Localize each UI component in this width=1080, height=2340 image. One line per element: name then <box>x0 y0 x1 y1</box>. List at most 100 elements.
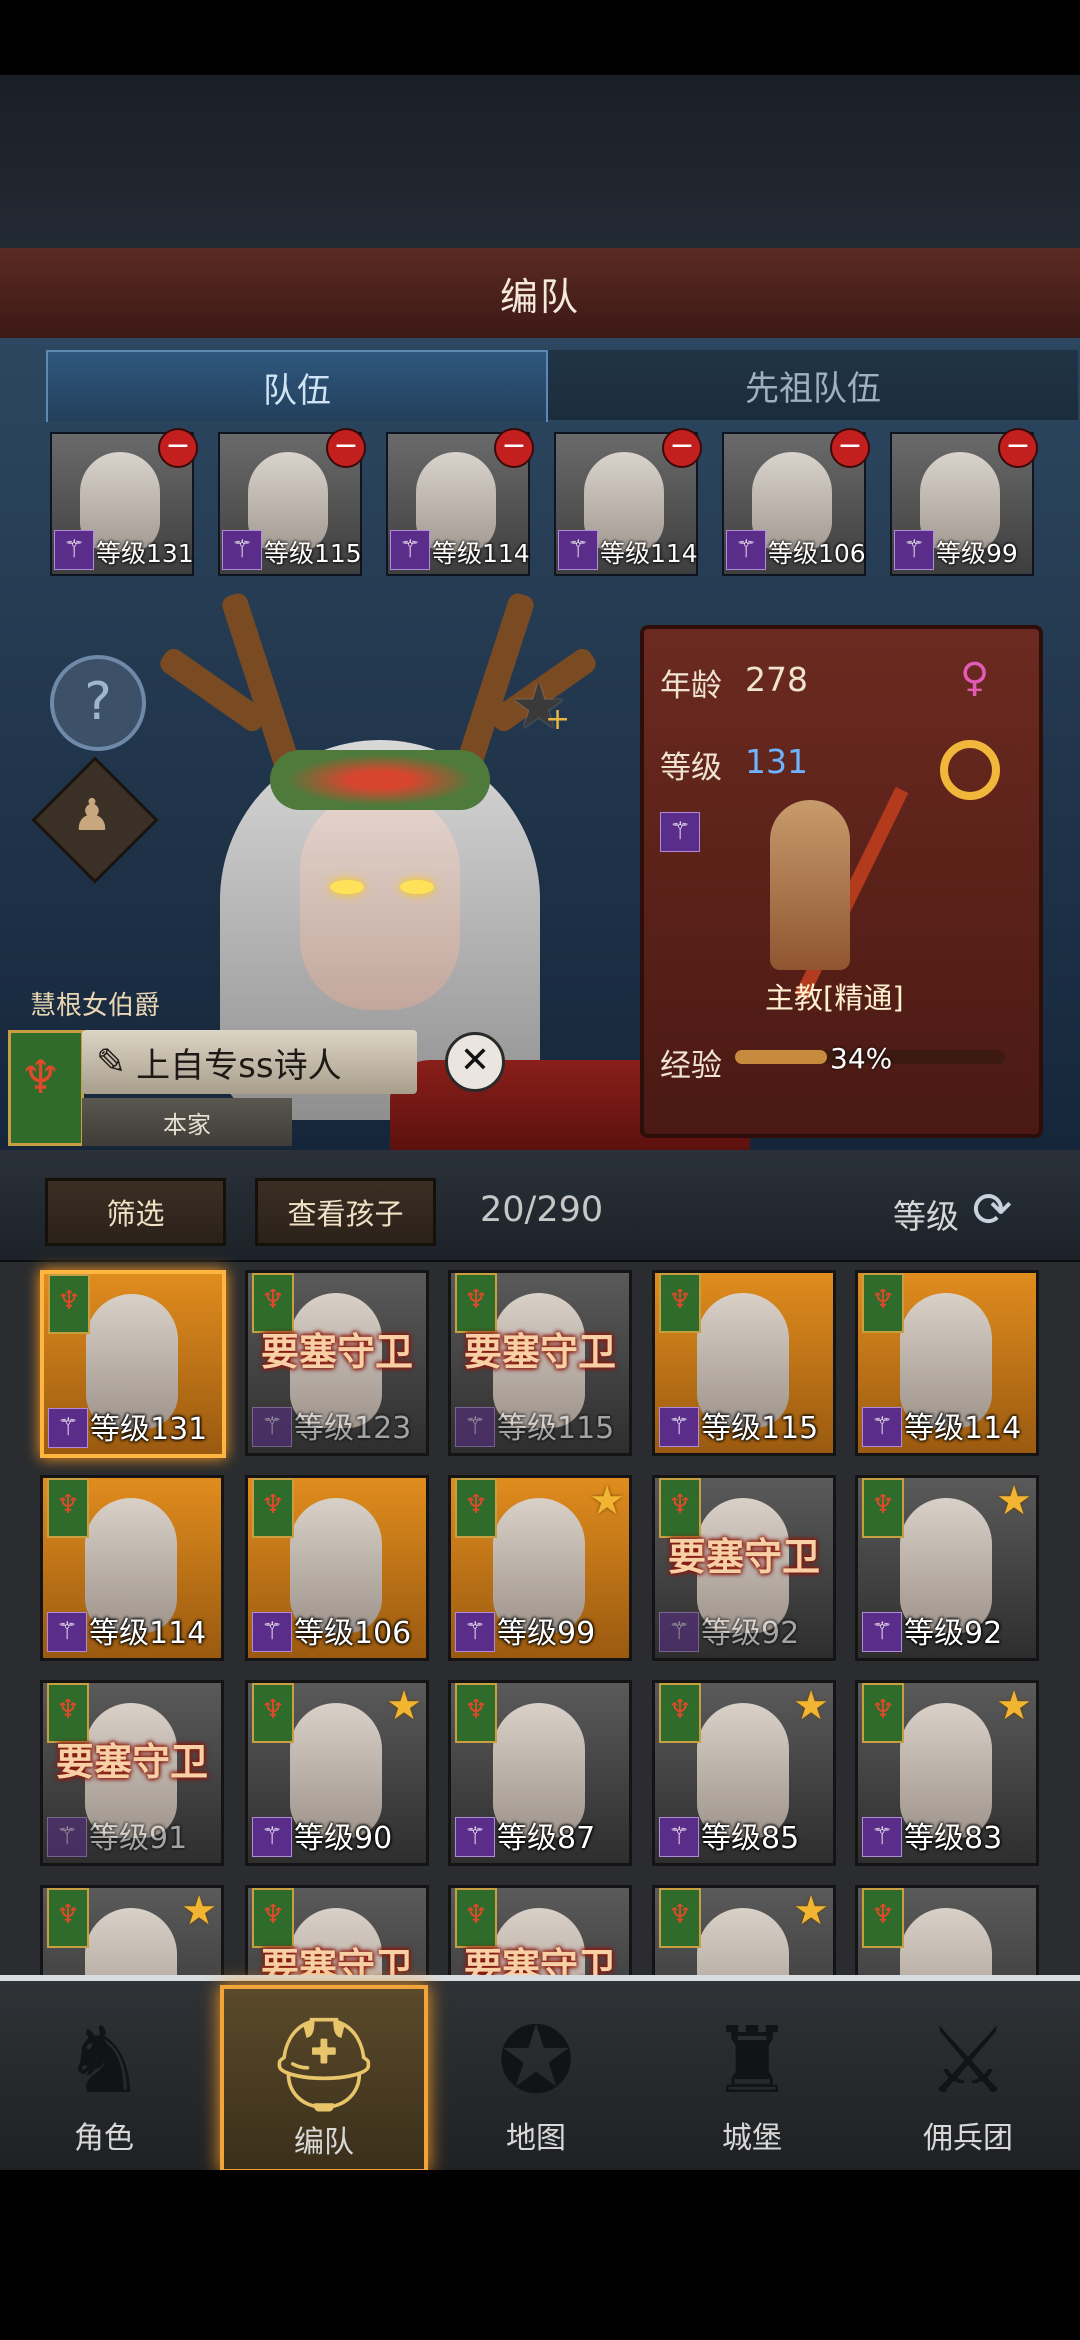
edit-icon[interactable]: ✎ <box>96 1042 126 1083</box>
team-slot-level: 等级131 <box>96 539 194 568</box>
roster-card-level: 等级85 <box>701 1821 800 1856</box>
nav-item-5[interactable]: ⚔ 佣兵团 <box>868 1985 1068 2165</box>
team-slot[interactable]: − ⚚ 等级106 <box>722 428 870 576</box>
compass-map-icon: ✪ <box>497 2007 575 2114</box>
roster-card[interactable]: ♆ 要塞守卫 ⚚ 等级91 <box>40 1680 224 1866</box>
roster-card[interactable]: ♆ ★ ⚚ 等级92 <box>855 1475 1039 1661</box>
plus-icon: + <box>545 702 571 737</box>
exp-label: 经验 <box>660 1048 722 1084</box>
exp-percent: 34% <box>830 1042 893 1075</box>
star-icon: ★ <box>793 1888 829 1934</box>
staff-class-icon: ⚚ <box>455 1817 495 1857</box>
sort-label[interactable]: 等级 <box>893 1190 959 1238</box>
star-icon: ★ <box>589 1478 625 1524</box>
roster-card[interactable]: ♆ ⚚ 等级106 <box>245 1475 429 1661</box>
top-backdrop <box>0 75 1080 250</box>
tab-ancestor-team[interactable]: 先祖队伍 <box>548 350 1078 420</box>
house-flag-icon: ♆ <box>455 1478 497 1538</box>
staff-class-icon: ⚚ <box>252 1817 292 1857</box>
age-value: 278 <box>745 660 808 699</box>
staff-class-icon: ⚚ <box>455 1407 495 1447</box>
roster-card-level: 等级90 <box>294 1821 393 1856</box>
remove-icon[interactable]: − <box>158 428 198 468</box>
remove-icon[interactable]: − <box>326 428 366 468</box>
team-slot[interactable]: − ⚚ 等级99 <box>890 428 1038 576</box>
team-slot-level: 等级99 <box>936 539 1018 568</box>
staff-class-icon: ⚚ <box>558 530 598 570</box>
roster-card[interactable]: ♆ 要塞守卫 ⚚ 等级92 <box>652 1475 836 1661</box>
view-children-button[interactable]: 查看孩子 <box>255 1178 436 1246</box>
roster-card[interactable]: ♆ ★ ⚚ 等级90 <box>245 1680 429 1866</box>
team-slot[interactable]: − ⚚ 等级114 <box>554 428 702 576</box>
sort-refresh-icon[interactable]: ⟳ <box>972 1182 1012 1238</box>
remove-icon[interactable]: − <box>998 428 1038 468</box>
class-name: 主教[精通] <box>765 981 904 1015</box>
house-flag-icon: ♆ <box>47 1478 89 1538</box>
staff-class-icon: ⚚ <box>47 1612 87 1652</box>
filter-button[interactable]: 筛选 <box>45 1178 226 1246</box>
house-flag-icon: ♆ <box>862 1683 904 1743</box>
staff-class-icon: ⚚ <box>54 530 94 570</box>
staff-class-icon: ⚚ <box>660 812 700 852</box>
staff-class-icon: ⚚ <box>659 1612 699 1652</box>
remove-icon[interactable]: − <box>662 428 702 468</box>
roster-card-level: 等级91 <box>89 1821 188 1856</box>
house-flag-icon: ♆ <box>862 1888 904 1948</box>
roster-card-level: 等级87 <box>497 1821 596 1856</box>
tab-team[interactable]: 队伍 <box>46 350 548 422</box>
roster-card[interactable]: ♆ ⚚ 等级115 <box>652 1270 836 1456</box>
close-icon[interactable]: ✕ <box>445 1032 505 1092</box>
staff-class-icon: ⚚ <box>47 1817 87 1857</box>
house-flag-icon: ♆ <box>659 1888 701 1948</box>
exp-bar-fill <box>735 1050 827 1064</box>
hero-name-plate[interactable]: ✎ 上自专ss诗人 <box>82 1030 417 1094</box>
remove-icon[interactable]: − <box>494 428 534 468</box>
staff-class-icon: ⚚ <box>862 1407 902 1447</box>
roster-card-level: 等级83 <box>904 1821 1003 1856</box>
nav-label: 角色 <box>74 2121 134 2156</box>
bottom-bar-area <box>0 2170 1080 2340</box>
roster-card[interactable]: ♆ ⚚ 等级87 <box>448 1680 632 1866</box>
nav-label: 编队 <box>294 2125 354 2160</box>
house-label: 本家 <box>82 1098 292 1146</box>
fortress-guard-label: 要塞守卫 <box>463 1330 616 1374</box>
house-flag-icon: ♆ <box>862 1273 904 1333</box>
team-slot[interactable]: − ⚚ 等级114 <box>386 428 534 576</box>
level-label: 等级 <box>660 750 722 786</box>
staff-class-icon: ⚚ <box>726 530 766 570</box>
roster-card-level: 等级115 <box>701 1411 819 1446</box>
team-slot[interactable]: − ⚚ 等级115 <box>218 428 366 576</box>
staff-class-icon: ⚚ <box>390 530 430 570</box>
roster-card[interactable]: ♆ ★ ⚚ 等级83 <box>855 1680 1039 1866</box>
nav-item-1[interactable]: ♞ 角色 <box>4 1985 204 2165</box>
staff-ring-icon <box>940 740 1000 800</box>
star-icon: ★ <box>996 1683 1032 1729</box>
page-title: 编队 <box>0 248 1080 340</box>
house-flag-icon: ♆ <box>455 1683 497 1743</box>
help-icon[interactable]: ? <box>50 655 146 751</box>
staff-class-icon: ⚚ <box>455 1612 495 1652</box>
nav-item-4[interactable]: ♜ 城堡 <box>652 1985 852 2165</box>
house-flag-icon: ♆ <box>252 1683 294 1743</box>
team-slot[interactable]: − ⚚ 等级131 <box>50 428 198 576</box>
roster-card[interactable]: ♆ ⚚ 等级114 <box>855 1270 1039 1456</box>
nav-item-2[interactable]: ⛑ 编队 <box>220 1985 428 2173</box>
star-icon: ★ <box>793 1683 829 1729</box>
remove-icon[interactable]: − <box>830 428 870 468</box>
crest-icon: ♆ <box>20 1050 62 1104</box>
house-flag-icon: ♆ <box>862 1478 904 1538</box>
staff-class-icon: ⚚ <box>862 1817 902 1857</box>
staff-class-icon: ⚚ <box>659 1817 699 1857</box>
roster-card[interactable]: ♆ 要塞守卫 ⚚ 等级123 <box>245 1270 429 1456</box>
roster-card[interactable]: ♆ ★ ⚚ 等级99 <box>448 1475 632 1661</box>
roster-card[interactable]: ♆ ★ ⚚ 等级85 <box>652 1680 836 1866</box>
nav-item-3[interactable]: ✪ 地图 <box>436 1985 636 2165</box>
roster-count: 20/290 <box>480 1190 604 1230</box>
roster-card[interactable]: ♆ ⚚ 等级131 <box>40 1270 226 1458</box>
roster-card-level: 等级131 <box>90 1412 208 1447</box>
roster-card[interactable]: ♆ 要塞守卫 ⚚ 等级115 <box>448 1270 632 1456</box>
roster-card-level: 等级106 <box>294 1616 412 1651</box>
roster-card[interactable]: ♆ ⚚ 等级114 <box>40 1475 224 1661</box>
house-flag-icon: ♆ <box>47 1888 89 1948</box>
team-slot-level: 等级106 <box>768 539 866 568</box>
